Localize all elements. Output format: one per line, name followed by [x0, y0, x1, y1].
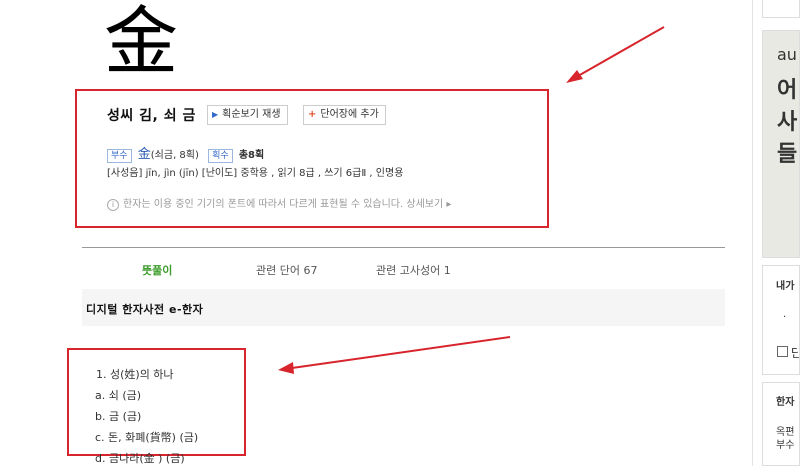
stroke-order-button[interactable]: ▶ 획순보기 재생 — [207, 105, 288, 125]
hanja-search-title: 한자 — [776, 397, 795, 408]
hanja-reading: 성씨 김, 쇠 금 — [107, 108, 196, 124]
tab-meaning[interactable]: 뜻풀이 — [142, 262, 172, 278]
radical-desc: (쇠금, 8획) — [150, 150, 199, 161]
pronunciation: [사성음] jīn, jìn (jīn) — [107, 168, 199, 179]
stroke-count: 총8획 — [238, 150, 265, 161]
difficulty: [난이도] 중학용 , 읽기 8급 , 쓰기 6급Ⅱ , 인명용 — [201, 168, 404, 179]
radical-search-link[interactable]: 부수 — [776, 436, 794, 451]
vocab-checkbox[interactable] — [777, 346, 788, 357]
plus-icon: + — [308, 109, 317, 120]
tab-related-words[interactable]: 관련 단어 67 — [256, 262, 317, 278]
meaning-item: 1. 성(姓)의 하나 — [96, 368, 174, 381]
tabs-divider — [82, 247, 725, 248]
sidebar-top-box — [762, 0, 800, 18]
hanja-info-box: 성씨 김, 쇠 금 ▶ 획순보기 재생 + 단어장에 추가 부수 金(쇠금, 8획)… — [75, 89, 549, 228]
ad-text: 어 — [777, 78, 798, 103]
vocab-checkbox-label: 단 — [791, 344, 799, 361]
font-notice-text: 한자는 이용 중인 기기의 폰트에 따라서 다르게 표현될 수 있습니다. 상세… — [123, 199, 452, 210]
radical-row: 부수 金(쇠금, 8획) 획수 총8획 — [107, 143, 264, 163]
radical-link[interactable]: 金 — [138, 147, 151, 162]
dictionary-header: 디지털 한자사전 e-한자 — [82, 289, 725, 326]
my-vocab-panel: 내가 · 단 — [762, 265, 800, 375]
my-vocab-item: · — [783, 312, 787, 323]
sidebar-divider — [752, 0, 753, 466]
meaning-item: c. 돈, 화폐(貨幣) (금) — [95, 431, 199, 444]
stroke-order-label: 획순보기 재생 — [222, 109, 281, 120]
pronunciation-row: [사성음] jīn, jìn (jīn) [난이도] 중학용 , 읽기 8급 ,… — [107, 164, 403, 179]
dictionary-title: 디지털 한자사전 e-한자 — [86, 303, 204, 316]
meaning-item: b. 금 (금) — [95, 410, 142, 423]
my-vocab-title: 내가 — [776, 281, 795, 292]
meaning-item: a. 쇠 (금) — [95, 389, 142, 402]
ad-text: 들 — [777, 142, 798, 167]
font-notice[interactable]: i 한자는 이용 중인 기기의 폰트에 따라서 다르게 표현될 수 있습니다. 상… — [107, 195, 451, 211]
ad-text: 사 — [777, 110, 798, 135]
ad-brand: au — [777, 45, 797, 64]
add-to-vocab-label: 단어장에 추가 — [320, 109, 379, 120]
add-to-vocab-button[interactable]: + 단어장에 추가 — [303, 105, 386, 125]
info-icon: i — [107, 199, 119, 211]
play-icon: ▶ — [212, 110, 219, 119]
hanja-search-panel: 한자 옥편 부수 — [762, 382, 800, 466]
advertisement-banner[interactable]: au 어 사 들 — [762, 30, 800, 258]
hanja-character: 金 — [104, 0, 178, 85]
strokes-tag: 획수 — [208, 149, 233, 163]
radical-tag: 부수 — [107, 149, 132, 163]
meaning-item: d. 금나라(金 ) (금) — [95, 452, 185, 465]
tab-related-idioms[interactable]: 관련 고사성어 1 — [376, 262, 451, 278]
